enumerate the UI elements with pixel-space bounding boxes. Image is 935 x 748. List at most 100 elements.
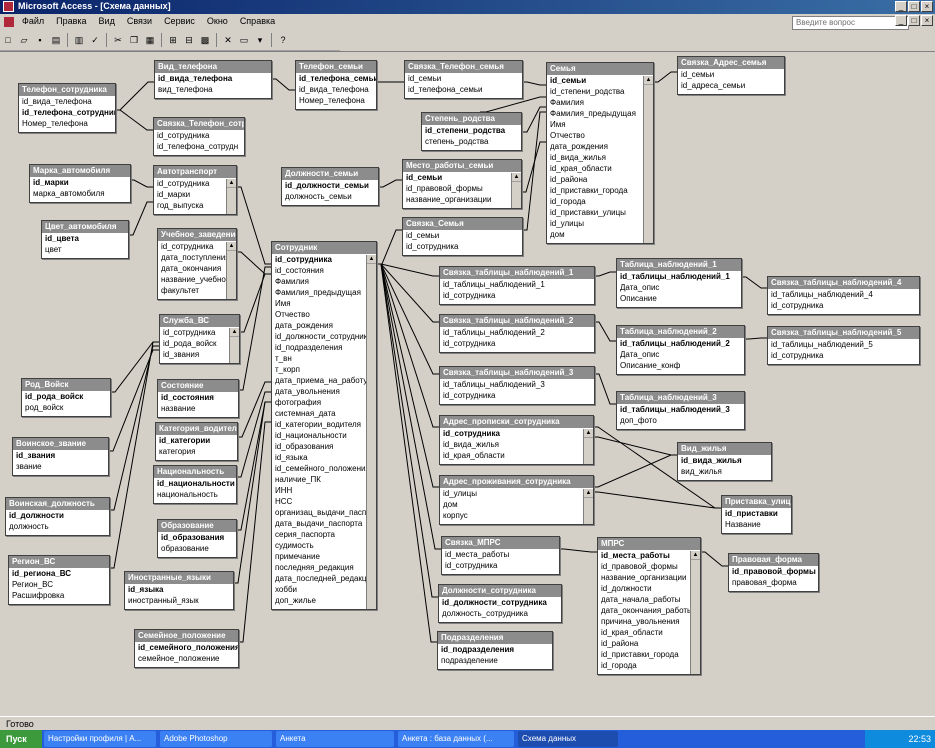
table-podrazdeleniya[interactable]: Подразделения id_подразделения подразделен…: [437, 631, 553, 670]
relationship-line[interactable]: [593, 373, 616, 405]
field-row[interactable]: правовая_форма: [729, 577, 818, 588]
open-icon[interactable]: ▱: [17, 33, 31, 47]
table-scrollbar[interactable]: ▲: [226, 242, 236, 299]
table-title[interactable]: Национальность: [154, 466, 236, 478]
scroll-up-icon[interactable]: ▲: [584, 429, 593, 438]
relationship-line[interactable]: [740, 276, 767, 289]
field-row[interactable]: семейное_положение: [135, 653, 238, 664]
field-row[interactable]: подразделение: [438, 655, 552, 666]
field-row[interactable]: степень_родства: [422, 136, 521, 147]
field-row[interactable]: id_места_работы: [442, 549, 559, 560]
table-uchebnye-zaved[interactable]: Учебное_заведение id_сотрудника дата_посту…: [157, 228, 237, 300]
delete-icon[interactable]: ✕: [221, 33, 235, 47]
field-row[interactable]: id_семьи: [547, 75, 643, 86]
table-avtotransport[interactable]: Автотранспорт id_сотрудника id_марки год_вы…: [153, 165, 237, 215]
save-icon[interactable]: ▪: [33, 33, 47, 47]
field-row[interactable]: фотография: [272, 397, 366, 408]
field-row[interactable]: id_языка: [125, 584, 233, 595]
relationship-line[interactable]: [520, 141, 546, 193]
field-row[interactable]: род_войск: [22, 402, 110, 413]
menu-file[interactable]: Файл: [16, 14, 50, 26]
spell-icon[interactable]: ✓: [88, 33, 102, 47]
table-title[interactable]: Связка_таблицы_наблюдений_3: [440, 367, 594, 379]
print-preview-icon[interactable]: ▤: [49, 33, 63, 47]
table-kategoriya-vod[interactable]: Категория_водителя id_категории категория: [155, 422, 238, 461]
table-svyaz-tabl-5[interactable]: Связка_таблицы_наблюдений_5 id_таблицы_на…: [767, 326, 920, 365]
field-row[interactable]: НСС: [272, 496, 366, 507]
field-row[interactable]: иностранный_язык: [125, 595, 233, 606]
table-title[interactable]: Адрес_проживания_сотрудника: [440, 476, 593, 488]
field-row[interactable]: id_вида_жилья: [678, 455, 771, 466]
field-row[interactable]: звание: [13, 461, 108, 472]
field-row[interactable]: серия_паспорта: [272, 529, 366, 540]
table-stepen-rodstva[interactable]: Степень_родства id_степени_родства степень…: [421, 112, 522, 151]
table-scrollbar[interactable]: ▲: [366, 255, 376, 609]
taskbar-item-photoshop[interactable]: Adobe Photoshop: [160, 731, 272, 747]
field-row[interactable]: дата_начала_работы: [598, 594, 690, 605]
table-svyaz-tabl-3[interactable]: Связка_таблицы_наблюдений_3 id_таблицы_на…: [439, 366, 595, 405]
relationship-line[interactable]: [108, 345, 159, 511]
field-row[interactable]: организац_выдачи_паспорта: [272, 507, 366, 518]
field-row[interactable]: корпус: [440, 510, 583, 521]
field-row[interactable]: id_семьи: [403, 230, 522, 241]
field-row[interactable]: id_приставки_улицы: [547, 207, 643, 218]
field-row[interactable]: образование: [158, 543, 236, 554]
field-row[interactable]: id_подразделения: [438, 644, 552, 655]
table-tabl-nabl-1[interactable]: Таблица_наблюдений_1 id_таблицы_наблюдени…: [616, 258, 742, 308]
field-row[interactable]: id_приставки_города: [547, 185, 643, 196]
table-title[interactable]: Цвет_автомобиля: [42, 221, 128, 233]
field-row[interactable]: id_языка: [272, 452, 366, 463]
field-row[interactable]: id_приставки_города: [598, 649, 690, 660]
field-row[interactable]: id_должности_сотрудника: [272, 331, 366, 342]
scroll-up-icon[interactable]: ▲: [584, 489, 593, 498]
table-title[interactable]: Вид_жилья: [678, 443, 771, 455]
table-title[interactable]: Таблица_наблюдений_1: [617, 259, 741, 271]
relationships-canvas[interactable]: Телефон_сотрудника id_вида_телефона id_тел…: [0, 51, 935, 716]
field-row[interactable]: Отчество: [547, 130, 643, 141]
field-row[interactable]: id_района: [547, 174, 643, 185]
doc-minimize-button[interactable]: _: [895, 15, 907, 26]
table-title[interactable]: Связка_Адрес_семья: [678, 57, 784, 69]
table-tsvet-avto[interactable]: Цвет_автомобиля id_цвета цвет: [41, 220, 129, 259]
table-svyaz-tabl-1[interactable]: Связка_таблицы_наблюдений_1 id_таблицы_на…: [439, 266, 595, 305]
show-direct-icon[interactable]: ⊟: [182, 33, 196, 47]
table-title[interactable]: МПРС: [598, 538, 700, 550]
table-scrollbar[interactable]: ▲: [229, 328, 239, 363]
field-row[interactable]: id_рода_войск: [22, 391, 110, 402]
close-button[interactable]: ×: [921, 1, 933, 12]
field-row[interactable]: дата_окончания_работы: [598, 605, 690, 616]
field-row[interactable]: id_таблицы_наблюдений_3: [440, 379, 594, 390]
minimize-button[interactable]: _: [895, 1, 907, 12]
table-title[interactable]: Учебное_заведение: [158, 229, 236, 241]
field-row[interactable]: id_адреса_семьи: [678, 80, 784, 91]
field-row[interactable]: дом: [547, 229, 643, 240]
table-pravovaya-forma[interactable]: Правовая_форма id_правовой_формы правовая_…: [728, 553, 819, 592]
field-row[interactable]: дата_последней_редакции: [272, 573, 366, 584]
field-row[interactable]: id_телефона_сотрудник: [19, 107, 115, 118]
table-title[interactable]: Марка_автомобиля: [30, 165, 130, 177]
field-row[interactable]: id_вида_телефона: [155, 73, 271, 84]
table-title[interactable]: Иностранные_языки: [125, 572, 233, 584]
relationship-line[interactable]: [592, 454, 677, 488]
menu-view[interactable]: Вид: [93, 14, 121, 26]
field-row[interactable]: id_сотрудника: [160, 327, 229, 338]
new-object-icon[interactable]: ▾: [253, 33, 267, 47]
relationship-line[interactable]: [375, 263, 441, 550]
table-sostoyanie[interactable]: Состояние id_состояния название: [157, 379, 239, 418]
field-row[interactable]: id_степени_родства: [547, 86, 643, 97]
relationship-line[interactable]: [521, 81, 546, 86]
field-row[interactable]: id_должности_семьи: [282, 180, 378, 191]
field-row[interactable]: Фамилия: [547, 97, 643, 108]
table-rod-voisk[interactable]: Род_Войск id_рода_войск род_войск: [21, 378, 111, 417]
field-row[interactable]: Фамилия_предыдущая: [547, 108, 643, 119]
table-sluzhba-vs[interactable]: Служба_ВС id_сотрудника id_рода_войск id_зв…: [159, 314, 240, 364]
relationship-line[interactable]: [376, 229, 402, 265]
field-row[interactable]: id_сотрудника: [154, 130, 244, 141]
table-voinskoe-zvanie[interactable]: Воинское_звание id_звания звание: [12, 437, 109, 476]
table-scrollbar[interactable]: ▲: [690, 551, 700, 674]
table-title[interactable]: Место_работы_семьи: [403, 160, 521, 172]
field-row[interactable]: id_таблицы_наблюдений_1: [617, 271, 741, 282]
field-row[interactable]: id_марки: [30, 177, 130, 188]
field-row[interactable]: id_семьи: [405, 73, 522, 84]
field-row[interactable]: дата_поступления: [158, 252, 226, 263]
